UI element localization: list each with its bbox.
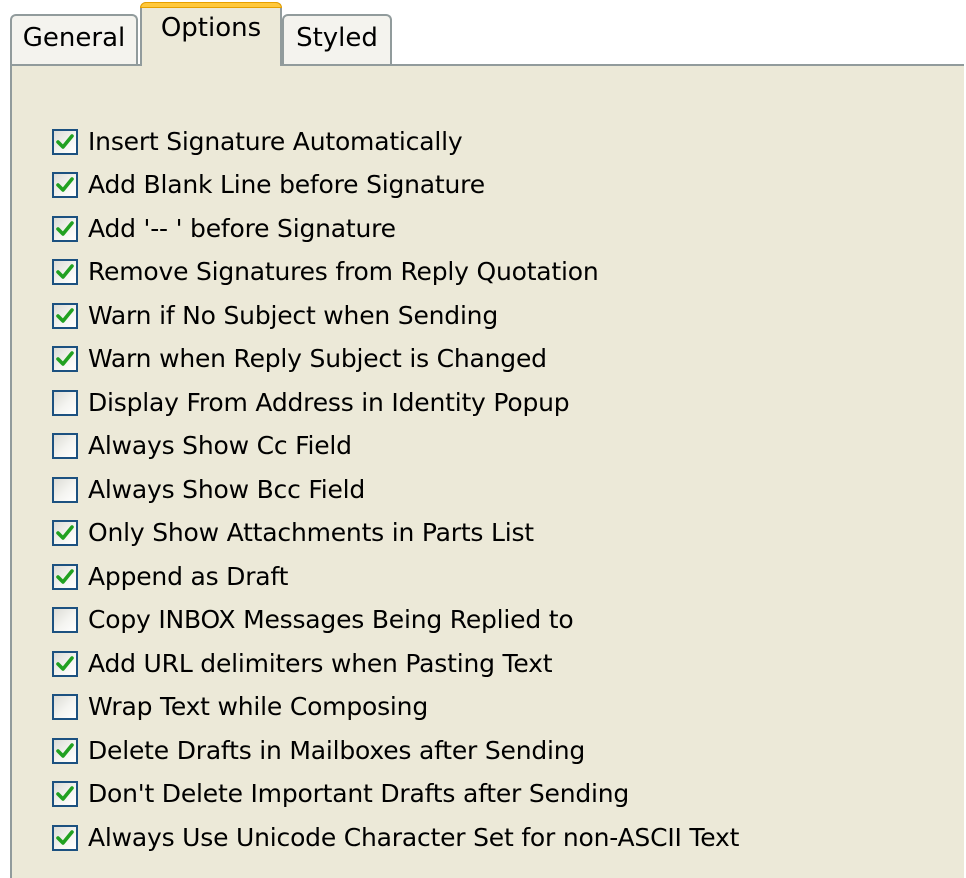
checkbox[interactable] <box>52 563 78 590</box>
option-label: Delete Drafts in Mailboxes after Sending <box>88 735 586 765</box>
checkbox[interactable] <box>52 781 78 808</box>
checkmark-icon <box>56 525 74 541</box>
option-dont-delete-important-drafts[interactable]: Don't Delete Important Drafts after Send… <box>52 773 739 817</box>
checkbox[interactable] <box>52 433 78 460</box>
checkmark-icon <box>56 655 74 671</box>
option-wrap-text[interactable]: Wrap Text while Composing <box>52 686 739 730</box>
option-always-use-unicode[interactable]: Always Use Unicode Character Set for non… <box>52 816 739 860</box>
tab-styled[interactable]: Styled <box>282 14 392 64</box>
option-label: Warn if No Subject when Sending <box>88 300 498 330</box>
active-tab-highlight <box>140 2 282 8</box>
option-display-from-address[interactable]: Display From Address in Identity Popup <box>52 381 739 425</box>
tab-styled-label: Styled <box>296 23 378 53</box>
checkbox[interactable] <box>52 259 78 286</box>
option-label: Copy INBOX Messages Being Replied to <box>88 605 574 635</box>
option-label: Only Show Attachments in Parts List <box>88 518 534 548</box>
checkbox[interactable] <box>52 128 78 155</box>
checkmark-icon <box>56 307 74 323</box>
option-remove-signatures-from-reply-quotation[interactable]: Remove Signatures from Reply Quotation <box>52 251 739 295</box>
tab-options-label: Options <box>160 13 262 43</box>
checkbox[interactable] <box>52 520 78 547</box>
checkmark-icon <box>56 133 74 149</box>
checkbox[interactable] <box>52 389 78 416</box>
checkbox[interactable] <box>52 346 78 373</box>
checkbox[interactable] <box>52 607 78 634</box>
option-label: Always Use Unicode Character Set for non… <box>88 822 740 852</box>
option-add-dashes-before-signature[interactable]: Add '-- ' before Signature <box>52 207 739 251</box>
checkbox[interactable] <box>52 302 78 329</box>
option-label: Add URL delimiters when Pasting Text <box>88 648 553 678</box>
option-label: Always Show Cc Field <box>88 431 352 461</box>
options-panel: Insert Signature Automatically Add Blank… <box>10 64 964 878</box>
checkmark-icon <box>56 177 74 193</box>
checkbox[interactable] <box>52 737 78 764</box>
tab-general[interactable]: General <box>10 14 138 64</box>
option-add-url-delimiters[interactable]: Add URL delimiters when Pasting Text <box>52 642 739 686</box>
options-list: Insert Signature Automatically Add Blank… <box>52 120 739 860</box>
option-label: Add '-- ' before Signature <box>88 213 396 243</box>
option-insert-signature-automatically[interactable]: Insert Signature Automatically <box>52 120 739 164</box>
option-label: Always Show Bcc Field <box>88 474 366 504</box>
option-label: Append as Draft <box>88 561 289 591</box>
checkbox[interactable] <box>52 694 78 721</box>
option-delete-drafts-after-sending[interactable]: Delete Drafts in Mailboxes after Sending <box>52 729 739 773</box>
tab-strip: General Styled Options <box>10 0 950 66</box>
checkmark-icon <box>56 264 74 280</box>
checkmark-icon <box>56 829 74 845</box>
option-label: Wrap Text while Composing <box>88 692 428 722</box>
option-copy-inbox-messages[interactable]: Copy INBOX Messages Being Replied to <box>52 599 739 643</box>
option-label: Insert Signature Automatically <box>88 126 463 156</box>
option-add-blank-line-before-signature[interactable]: Add Blank Line before Signature <box>52 164 739 208</box>
checkbox[interactable] <box>52 476 78 503</box>
option-always-show-bcc[interactable]: Always Show Bcc Field <box>52 468 739 512</box>
checkmark-icon <box>56 742 74 758</box>
option-label: Add Blank Line before Signature <box>88 170 485 200</box>
checkmark-icon <box>56 351 74 367</box>
checkbox[interactable] <box>52 172 78 199</box>
option-always-show-cc[interactable]: Always Show Cc Field <box>52 425 739 469</box>
checkmark-icon <box>56 786 74 802</box>
checkbox[interactable] <box>52 650 78 677</box>
option-append-as-draft[interactable]: Append as Draft <box>52 555 739 599</box>
option-label: Remove Signatures from Reply Quotation <box>88 257 599 287</box>
option-warn-if-no-subject[interactable]: Warn if No Subject when Sending <box>52 294 739 338</box>
option-label: Don't Delete Important Drafts after Send… <box>88 779 630 809</box>
option-label: Display From Address in Identity Popup <box>88 387 570 417</box>
checkbox[interactable] <box>52 215 78 242</box>
option-warn-reply-subject-changed[interactable]: Warn when Reply Subject is Changed <box>52 338 739 382</box>
tab-general-label: General <box>22 23 126 53</box>
option-label: Warn when Reply Subject is Changed <box>88 344 547 374</box>
option-only-show-attachments[interactable]: Only Show Attachments in Parts List <box>52 512 739 556</box>
checkmark-icon <box>56 220 74 236</box>
checkmark-icon <box>56 568 74 584</box>
tab-options[interactable]: Options <box>140 2 282 66</box>
checkbox[interactable] <box>52 824 78 851</box>
